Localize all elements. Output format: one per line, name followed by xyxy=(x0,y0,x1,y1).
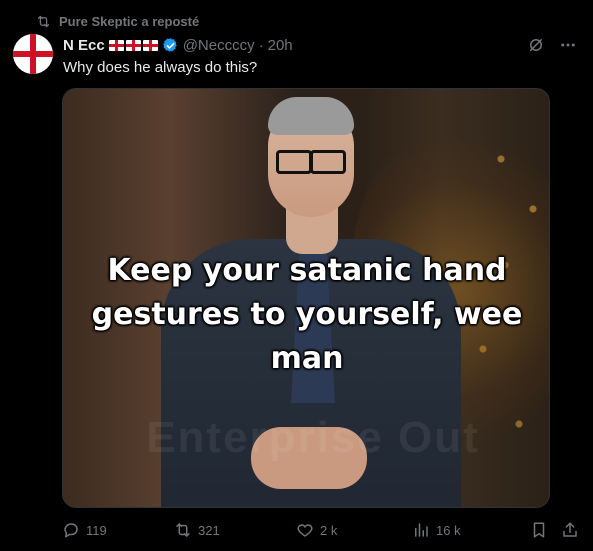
views-icon xyxy=(415,523,428,537)
media-watermark: Enterprise Out xyxy=(146,413,480,462)
author-flags xyxy=(108,39,158,51)
media-caption-line: Keep your satanic hand xyxy=(107,253,507,288)
like-count: 2 k xyxy=(320,522,338,538)
reply-icon xyxy=(64,523,78,538)
bookmark-button[interactable] xyxy=(530,521,548,539)
person-glasses xyxy=(276,150,346,174)
repost-button[interactable]: 321 xyxy=(174,521,220,539)
grok-icon[interactable] xyxy=(527,36,545,54)
reply-button[interactable]: 119 xyxy=(62,521,107,539)
views-button[interactable]: 16 k xyxy=(412,521,461,539)
england-flag-icon xyxy=(142,39,158,51)
person-hair xyxy=(268,97,354,135)
author-name[interactable]: N Ecc xyxy=(63,37,105,54)
share-icon xyxy=(563,522,577,537)
repost-icon xyxy=(176,523,190,537)
verified-badge-icon xyxy=(162,37,177,52)
tweet-text: Why does he always do this? xyxy=(63,59,258,76)
top-right-icons xyxy=(527,36,577,54)
heart-icon xyxy=(297,524,313,537)
author-handle[interactable]: @Neccccy xyxy=(183,37,255,54)
england-flag-icon xyxy=(108,39,124,51)
separator-dot: · xyxy=(258,36,264,54)
england-flag-icon xyxy=(125,39,141,51)
repost-count: 321 xyxy=(198,522,220,538)
tweet-time[interactable]: 20h xyxy=(268,37,293,54)
media-caption: Keep your satanic hand gestures to yours… xyxy=(63,249,549,381)
bookmark-icon xyxy=(533,522,545,538)
tweet-media[interactable]: Enterprise Out Keep your satanic hand ge… xyxy=(62,88,550,508)
views-count: 16 k xyxy=(436,522,461,538)
like-button[interactable]: 2 k xyxy=(296,521,337,539)
repost-header[interactable]: Pure Skeptic a reposté xyxy=(36,12,199,30)
media-caption-line: man xyxy=(270,341,344,376)
tweet-header: N Ecc @Neccccy · 20h xyxy=(63,35,293,55)
action-bar: 119 321 2 k 16 k xyxy=(62,520,578,540)
reply-count: 119 xyxy=(86,522,107,538)
avatar[interactable] xyxy=(13,34,53,74)
media-caption-line: gestures to yourself, wee xyxy=(91,297,523,332)
more-icon[interactable] xyxy=(559,36,577,54)
share-button[interactable] xyxy=(561,521,579,539)
repost-header-text: Pure Skeptic a reposté xyxy=(59,13,200,29)
repost-icon xyxy=(37,15,50,27)
